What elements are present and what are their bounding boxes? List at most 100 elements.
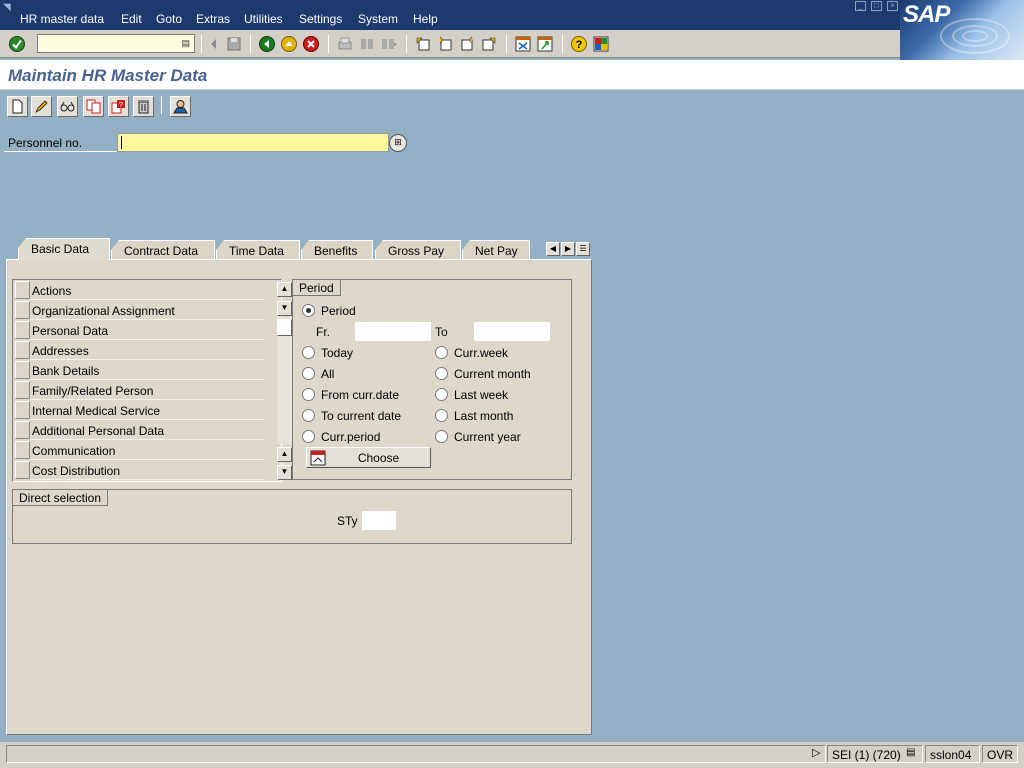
to-date-input[interactable]: [474, 322, 550, 341]
menu-system[interactable]: System: [358, 12, 398, 26]
row-selector[interactable]: [15, 381, 30, 399]
row-selector[interactable]: [15, 361, 30, 379]
delete-button[interactable]: [133, 96, 154, 117]
row-selector[interactable]: [15, 441, 30, 459]
from-date-input[interactable]: [355, 322, 431, 341]
find-next-icon[interactable]: [380, 35, 398, 53]
menu-goto[interactable]: Goto: [156, 12, 182, 26]
create-session-icon[interactable]: [514, 35, 532, 53]
list-item-family-related-person[interactable]: Family/Related Person: [14, 380, 264, 400]
status-toggle-icon[interactable]: ▷: [812, 746, 820, 759]
radio-last-month[interactable]: [435, 409, 448, 422]
list-item-additional-personal-data[interactable]: Additional Personal Data: [14, 420, 264, 440]
copy-button[interactable]: [83, 96, 104, 117]
search-help-icon[interactable]: ⊞: [389, 134, 407, 152]
next-page-icon[interactable]: [458, 35, 476, 53]
radio-today[interactable]: [302, 346, 315, 359]
enter-icon[interactable]: [8, 35, 26, 53]
tab-gross-pay[interactable]: Gross Pay: [375, 240, 461, 260]
radio-current-month[interactable]: [435, 367, 448, 380]
previous-page-icon[interactable]: [436, 35, 454, 53]
row-selector[interactable]: [15, 461, 30, 479]
help-icon[interactable]: ?: [570, 35, 588, 53]
scroll-down-icon[interactable]: ▼: [277, 301, 292, 316]
status-mode[interactable]: OVR: [982, 745, 1018, 763]
print-icon[interactable]: [336, 35, 354, 53]
row-selector[interactable]: [15, 401, 30, 419]
sty-input[interactable]: [362, 511, 396, 530]
close-icon[interactable]: ×: [887, 1, 898, 11]
create-button[interactable]: [7, 96, 28, 117]
menu-help[interactable]: Help: [413, 12, 438, 26]
toolbar-separator: [250, 35, 251, 53]
scroll-up-icon[interactable]: ▲: [277, 282, 292, 297]
row-selector[interactable]: [15, 281, 30, 299]
tab-scroll-left-icon[interactable]: ◀: [546, 242, 560, 256]
last-page-icon[interactable]: [480, 35, 498, 53]
list-item-addresses[interactable]: Addresses: [14, 340, 264, 360]
row-selector[interactable]: [15, 321, 30, 339]
shortcut-icon[interactable]: [536, 35, 554, 53]
radio-current-year[interactable]: [435, 430, 448, 443]
exit-icon[interactable]: [280, 35, 298, 53]
display-button[interactable]: [57, 96, 78, 117]
row-selector[interactable]: [15, 341, 30, 359]
toolbar-separator: [506, 35, 507, 53]
tab-time-data[interactable]: Time Data: [216, 240, 300, 260]
restore-icon[interactable]: □: [871, 1, 882, 11]
list-item-cost-distribution[interactable]: Cost Distribution: [14, 460, 264, 480]
overview-button[interactable]: ?: [108, 96, 129, 117]
row-selector[interactable]: [15, 301, 30, 319]
list-item-organizational-assignment[interactable]: Organizational Assignment: [14, 300, 264, 320]
menu-utilities[interactable]: Utilities: [244, 12, 283, 26]
save-icon[interactable]: [225, 35, 243, 53]
radio-curr-week[interactable]: [435, 346, 448, 359]
layout-menu-icon[interactable]: [592, 35, 610, 53]
radio-curr-period-label: Curr.period: [321, 430, 381, 444]
sap-logo-text: SAP: [903, 1, 950, 28]
list-item-actions[interactable]: Actions: [14, 280, 264, 300]
choose-button[interactable]: Choose: [306, 447, 431, 468]
back-icon[interactable]: [258, 35, 276, 53]
menu-edit[interactable]: Edit: [121, 12, 142, 26]
status-session-list-icon[interactable]: ▤: [906, 747, 915, 758]
list-item-communication[interactable]: Communication: [14, 440, 264, 460]
radio-last-week[interactable]: [435, 388, 448, 401]
scrollbar-thumb[interactable]: [277, 319, 292, 336]
change-button[interactable]: [31, 96, 52, 117]
tab-basic-data[interactable]: Basic Data: [18, 238, 110, 260]
personnel-no-input[interactable]: [117, 133, 389, 152]
find-icon[interactable]: [358, 35, 376, 53]
tab-list-icon[interactable]: ☰: [576, 242, 590, 256]
first-page-icon[interactable]: [414, 35, 432, 53]
command-field[interactable]: ▤: [37, 34, 195, 53]
row-selector[interactable]: [15, 421, 30, 439]
menu-settings[interactable]: Settings: [299, 12, 342, 26]
list-item-internal-medical-service[interactable]: Internal Medical Service: [14, 400, 264, 420]
toolbar-separator: [562, 35, 563, 53]
left-arrow-icon[interactable]: [205, 35, 223, 53]
command-dropdown-icon[interactable]: ▤: [181, 38, 190, 49]
radio-period[interactable]: [302, 304, 315, 317]
tab-benefits[interactable]: Benefits: [301, 240, 373, 260]
menu-hr-master-data[interactable]: HR master data: [20, 12, 104, 26]
minimize-icon[interactable]: _: [855, 1, 866, 11]
list-item-bank-details[interactable]: Bank Details: [14, 360, 264, 380]
tab-scroll-right-icon[interactable]: ▶: [561, 242, 575, 256]
radio-current-month-label: Current month: [454, 367, 531, 381]
radio-all[interactable]: [302, 367, 315, 380]
scrollbar-track[interactable]: [277, 317, 292, 444]
menu-extras[interactable]: Extras: [196, 12, 230, 26]
cancel-icon[interactable]: [302, 35, 320, 53]
radio-to-current-date[interactable]: [302, 409, 315, 422]
tab-net-pay[interactable]: Net Pay: [462, 240, 530, 260]
tab-contract-data[interactable]: Contract Data: [111, 240, 215, 260]
system-menu-icon[interactable]: ◥: [3, 2, 15, 13]
scroll-page-up-icon[interactable]: ▲: [277, 447, 292, 462]
scroll-page-down-icon[interactable]: ▼: [277, 465, 292, 480]
employee-button[interactable]: [170, 96, 191, 117]
radio-from-curr-date[interactable]: [302, 388, 315, 401]
radio-curr-period[interactable]: [302, 430, 315, 443]
list-item-personal-data[interactable]: Personal Data: [14, 320, 264, 340]
sty-label: STy: [337, 514, 358, 528]
